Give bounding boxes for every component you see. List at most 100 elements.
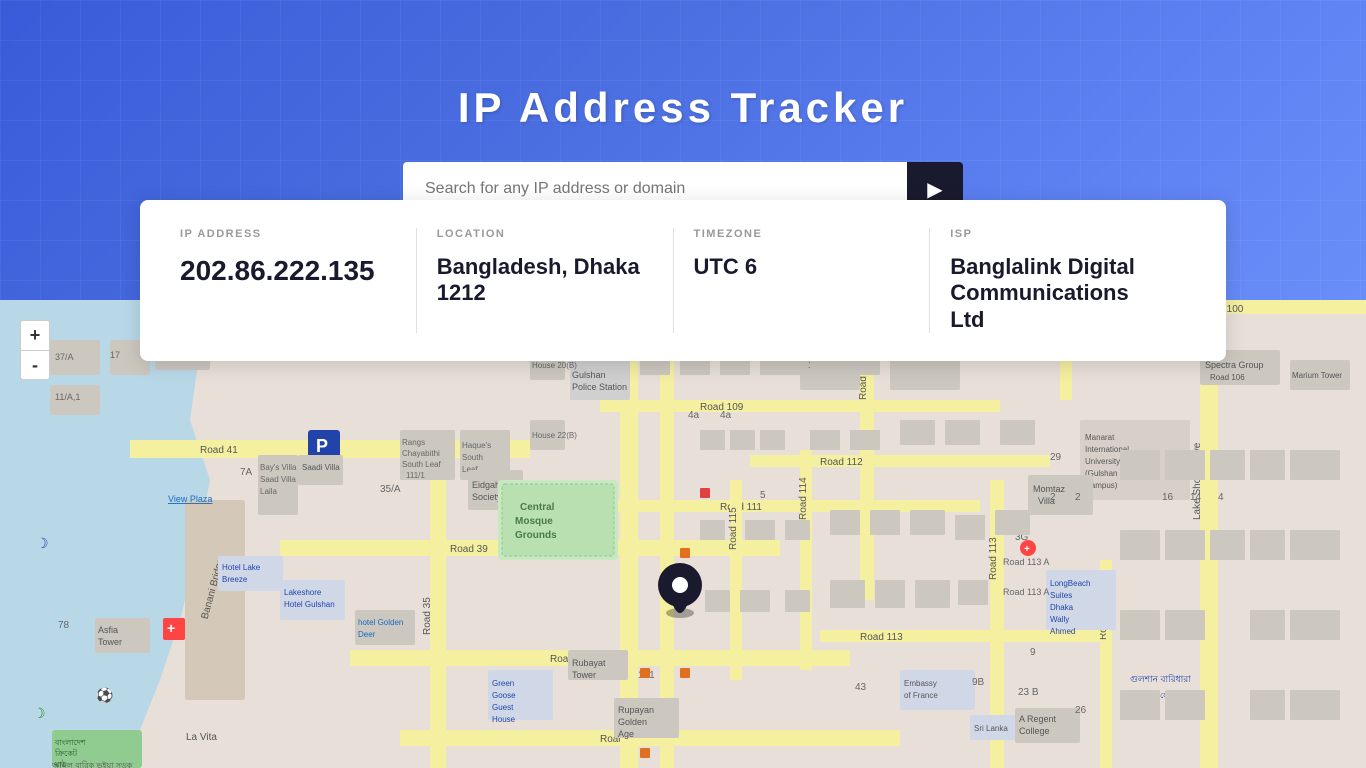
svg-text:23 B: 23 B xyxy=(1018,687,1039,698)
svg-text:Marium Tower: Marium Tower xyxy=(1292,371,1342,380)
zoom-out-button[interactable]: - xyxy=(20,350,50,380)
isp-section: ISP Banglalink Digital Communications Lt… xyxy=(930,228,1186,333)
svg-text:Suites: Suites xyxy=(1050,591,1072,600)
svg-text:111/1: 111/1 xyxy=(406,471,425,480)
svg-text:Road 114: Road 114 xyxy=(798,477,809,520)
svg-text:☽: ☽ xyxy=(33,705,46,721)
svg-text:Road 113 A: Road 113 A xyxy=(1003,587,1049,597)
svg-text:5: 5 xyxy=(760,490,766,501)
svg-text:Haque's: Haque's xyxy=(462,441,491,450)
isp-label: ISP xyxy=(950,228,1166,240)
svg-text:Hotel Gulshan: Hotel Gulshan xyxy=(284,600,335,609)
svg-text:Laila: Laila xyxy=(260,487,277,496)
svg-text:Road 113: Road 113 xyxy=(860,632,903,643)
svg-text:University: University xyxy=(1085,457,1120,466)
svg-text:of France: of France xyxy=(904,691,938,700)
ip-address-section: IP ADDRESS 202.86.222.135 xyxy=(180,228,417,333)
svg-text:Central: Central xyxy=(520,502,555,513)
svg-text:View Plaza: View Plaza xyxy=(168,494,212,504)
svg-text:House: House xyxy=(492,715,516,724)
svg-text:Gulshan: Gulshan xyxy=(572,370,606,380)
map-controls: + - xyxy=(20,320,50,380)
svg-text:Society: Society xyxy=(472,492,502,502)
svg-text:Ahmed: Ahmed xyxy=(1050,627,1075,636)
map-svg: Banani Bridge Road 41 Road 39 Road 37 Ro… xyxy=(0,300,1366,768)
svg-text:14: 14 xyxy=(1190,492,1202,503)
svg-text:17: 17 xyxy=(110,350,120,360)
svg-text:Police Station: Police Station xyxy=(572,382,627,392)
svg-text:☽: ☽ xyxy=(36,535,49,551)
svg-text:South Leaf: South Leaf xyxy=(402,460,441,469)
svg-text:16: 16 xyxy=(1162,492,1174,503)
svg-text:Green: Green xyxy=(492,679,514,688)
svg-text:35/A: 35/A xyxy=(380,484,401,495)
svg-text:4a: 4a xyxy=(720,410,732,421)
svg-text:Dhaka: Dhaka xyxy=(1050,603,1074,612)
svg-text:Road 113 A: Road 113 A xyxy=(1003,557,1049,567)
svg-text:Deer: Deer xyxy=(358,630,376,639)
svg-text:Bay's Villa: Bay's Villa xyxy=(260,463,297,472)
timezone-section: TIMEZONE UTC 6 xyxy=(674,228,931,333)
location-label: LOCATION xyxy=(437,228,653,240)
svg-text:South: South xyxy=(462,453,483,462)
svg-text:Road 41: Road 41 xyxy=(200,445,238,456)
svg-text:Lakeshore: Lakeshore xyxy=(284,588,322,597)
svg-text:Mosque: Mosque xyxy=(515,516,553,527)
svg-text:4: 4 xyxy=(1218,492,1224,503)
svg-text:Eidgah: Eidgah xyxy=(472,480,500,490)
svg-text:Grounds: Grounds xyxy=(515,530,557,541)
info-card: IP ADDRESS 202.86.222.135 LOCATION Bangl… xyxy=(140,200,1226,361)
svg-text:Road 113: Road 113 xyxy=(988,537,999,580)
isp-value: Banglalink Digital Communications Ltd xyxy=(950,254,1166,333)
svg-text:Road 39: Road 39 xyxy=(450,544,488,555)
svg-text:37/A: 37/A xyxy=(55,352,74,362)
location-section: LOCATION Bangladesh, Dhaka 1212 xyxy=(417,228,674,333)
svg-text:26: 26 xyxy=(1075,705,1087,716)
svg-text:Goose: Goose xyxy=(492,691,516,700)
ip-address-label: IP ADDRESS xyxy=(180,228,396,240)
svg-text:Saad Villa: Saad Villa xyxy=(260,475,296,484)
svg-text:Road 115: Road 115 xyxy=(728,507,739,550)
svg-text:Rubayat: Rubayat xyxy=(572,658,606,668)
svg-text:Sri Lanka: Sri Lanka xyxy=(974,724,1008,733)
svg-text:Road 106: Road 106 xyxy=(1210,373,1245,382)
svg-text:A Regent: A Regent xyxy=(1019,714,1057,724)
svg-text:2: 2 xyxy=(1050,492,1056,503)
svg-text:9B: 9B xyxy=(972,677,985,688)
map-container[interactable]: + - Banani Bridge Road 41 Road 39 Road 3… xyxy=(0,300,1366,768)
svg-text:9: 9 xyxy=(1030,647,1036,658)
svg-text:78: 78 xyxy=(58,620,70,631)
timezone-value: UTC 6 xyxy=(694,254,910,280)
svg-text:⚽: ⚽ xyxy=(95,687,113,704)
svg-text:College: College xyxy=(1019,726,1050,736)
svg-text:29: 29 xyxy=(1050,452,1062,463)
page-title: IP Address Tracker xyxy=(458,84,908,132)
svg-text:LongBeach: LongBeach xyxy=(1050,579,1090,588)
location-value: Bangladesh, Dhaka 1212 xyxy=(437,254,653,307)
svg-text:আব্দুল বারিক ভুইয়া সড়ক: আব্দুল বারিক ভুইয়া সড়ক xyxy=(51,761,133,768)
svg-text:Road 112: Road 112 xyxy=(820,457,863,468)
svg-text:Tower: Tower xyxy=(98,637,122,647)
zoom-in-button[interactable]: + xyxy=(20,320,50,350)
svg-text:43: 43 xyxy=(855,682,867,693)
svg-text:Breeze: Breeze xyxy=(222,575,248,584)
timezone-label: TIMEZONE xyxy=(694,228,910,240)
ip-address-value: 202.86.222.135 xyxy=(180,254,396,288)
svg-text:Asfia: Asfia xyxy=(98,625,118,635)
svg-text:Rangs: Rangs xyxy=(402,438,425,447)
svg-text:+: + xyxy=(167,620,175,636)
svg-text:Tower: Tower xyxy=(572,670,596,680)
svg-text:Manarat: Manarat xyxy=(1085,433,1115,442)
svg-text:Spectra Group: Spectra Group xyxy=(1205,360,1264,370)
svg-text:বাংলাদেশ: বাংলাদেশ xyxy=(54,738,86,747)
svg-text:Hotel Lake: Hotel Lake xyxy=(222,563,261,572)
svg-text:Road 35: Road 35 xyxy=(422,597,433,635)
svg-text:4a: 4a xyxy=(688,410,700,421)
svg-text:7A: 7A xyxy=(240,467,253,478)
svg-text:Rupayan: Rupayan xyxy=(618,705,654,715)
svg-text:+: + xyxy=(1024,544,1030,555)
svg-text:Saadi Villa: Saadi Villa xyxy=(302,463,340,472)
svg-text:2: 2 xyxy=(1075,492,1081,503)
svg-text:Embassy: Embassy xyxy=(904,679,937,688)
svg-text:House 20(B): House 20(B) xyxy=(532,361,577,370)
